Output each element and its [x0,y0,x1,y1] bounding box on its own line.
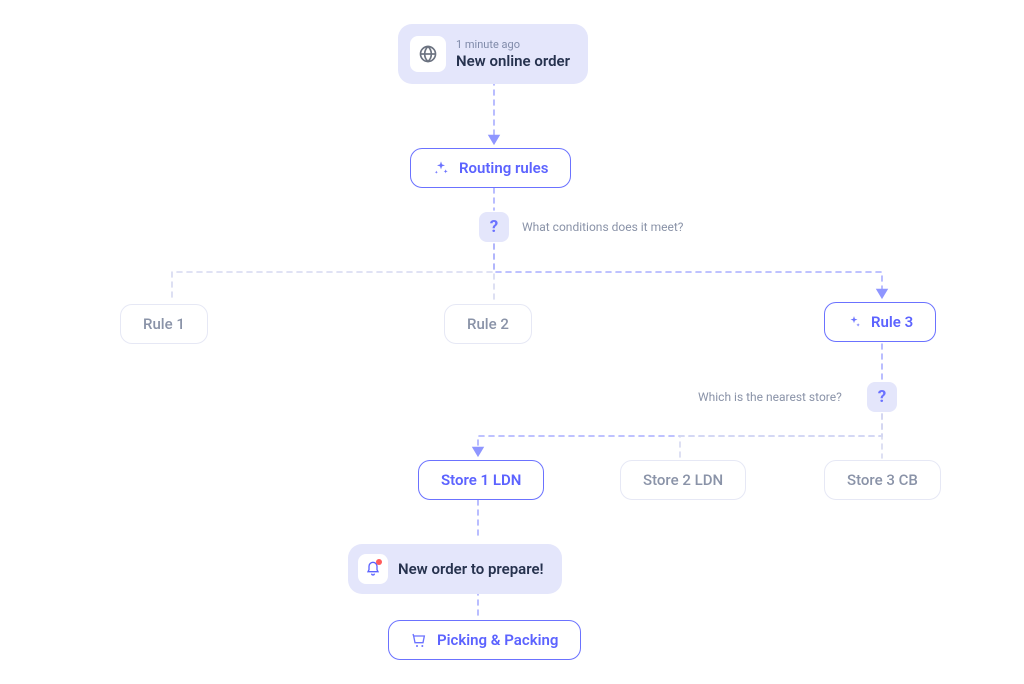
store-3-node[interactable]: Store 3 CB [824,460,941,500]
store-2-node[interactable]: Store 2 LDN [620,460,746,500]
store-label: Store 2 LDN [643,471,723,489]
decision-conditions-label: What conditions does it meet? [522,220,683,234]
decision-nearest: ? [867,382,897,412]
routing-rules-label: Routing rules [459,159,548,177]
event-time: 1 minute ago [456,38,570,51]
flow-canvas: 1 minute ago New online order Routing ru… [0,0,1024,684]
question-mark-icon: ? [490,217,498,237]
globe-icon [410,36,446,72]
sparkle-icon [847,315,861,329]
picking-packing-node[interactable]: Picking & Packing [388,620,581,660]
notification-dot [376,559,382,565]
bell-icon [358,554,388,584]
notification-title: New order to prepare! [398,560,544,578]
decision-nearest-label: Which is the nearest store? [698,390,842,404]
store-1-node[interactable]: Store 1 LDN [418,460,544,500]
rule-label: Rule 2 [467,315,509,333]
notification-card: New order to prepare! [348,544,562,594]
sparkle-icon [433,160,449,176]
rule-2-node[interactable]: Rule 2 [444,304,532,344]
rule-1-node[interactable]: Rule 1 [120,304,208,344]
store-label: Store 3 CB [847,471,918,489]
cart-icon [411,632,427,648]
question-mark-icon: ? [878,387,886,407]
picking-label: Picking & Packing [437,631,558,649]
store-label: Store 1 LDN [441,471,521,489]
event-new-order: 1 minute ago New online order [398,24,588,84]
routing-rules-node[interactable]: Routing rules [410,148,571,188]
rule-3-node[interactable]: Rule 3 [824,302,936,342]
rule-label: Rule 1 [143,315,185,333]
rule-label: Rule 3 [871,313,913,331]
event-title: New online order [456,52,570,70]
decision-conditions: ? [479,212,509,242]
